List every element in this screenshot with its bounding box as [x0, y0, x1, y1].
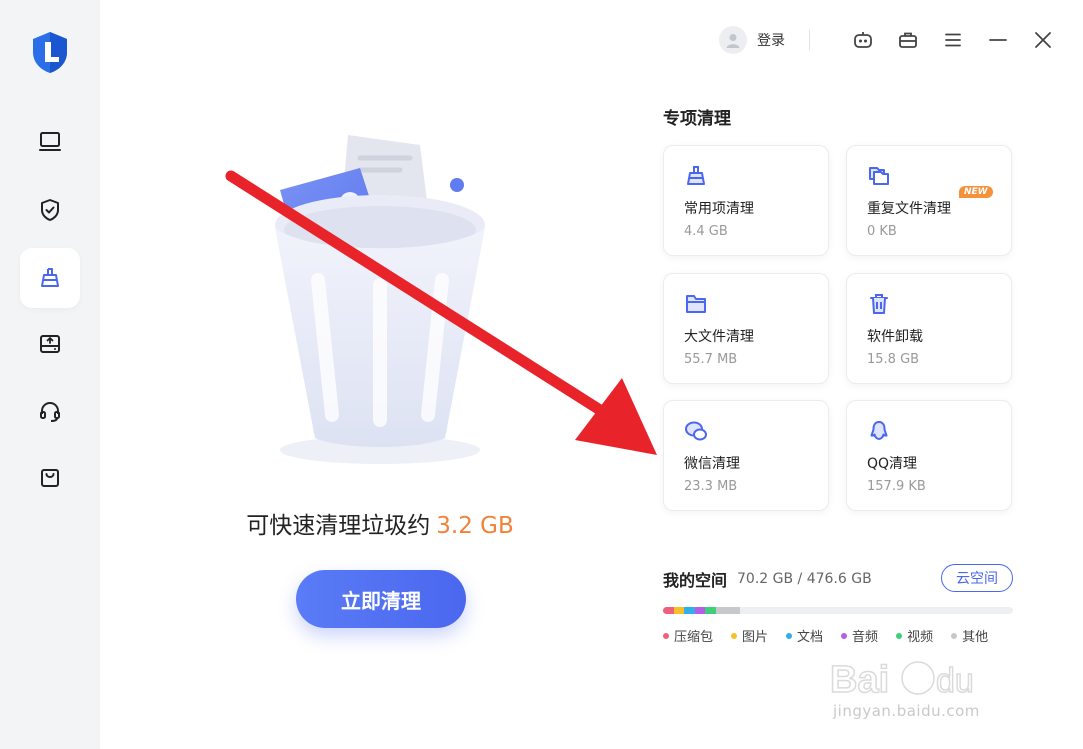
card-title: 常用项清理	[684, 201, 754, 217]
card-large-files[interactable]: 大文件清理 55.7 MB	[663, 273, 829, 384]
legend-item: 文档	[786, 626, 823, 645]
app-window: 登录 可快速清理垃圾约 3.2 GB 立即清理 专项清理 常用项清理 4.4 G…	[0, 0, 1083, 749]
watermark-url: jingyan.baidu.com	[833, 702, 980, 720]
sidebar-item-support[interactable]	[20, 382, 80, 442]
card-title: 软件卸载	[867, 329, 923, 345]
sidebar-item-security[interactable]	[20, 180, 80, 240]
toolbox-icon[interactable]	[896, 28, 920, 52]
titlebar-divider	[809, 30, 810, 50]
user-icon	[726, 34, 740, 48]
card-size: 15.8 GB	[867, 352, 920, 367]
storage-segment	[715, 607, 740, 614]
duplicate-files-icon	[869, 167, 889, 185]
card-title: 微信清理	[684, 456, 740, 472]
legend-dot	[663, 632, 669, 639]
broom-icon	[687, 166, 705, 185]
sidebar-item-monitor[interactable]	[20, 112, 80, 172]
login-button[interactable]: 登录	[719, 26, 785, 54]
disk-upload-icon	[40, 335, 60, 353]
clean-now-button[interactable]: 立即清理	[296, 570, 466, 628]
svg-text:du: du	[936, 662, 974, 700]
card-size: 157.9 KB	[867, 479, 926, 494]
storage-legend: 压缩包 图片 文档 音频 视频 其他	[663, 626, 1006, 645]
legend-label: 图片	[742, 630, 769, 645]
legend-label: 音频	[852, 630, 879, 645]
trash-icon	[870, 294, 888, 314]
login-label: 登录	[757, 33, 785, 49]
qq-icon	[870, 421, 888, 440]
close-icon[interactable]	[1031, 28, 1055, 52]
card-common-cleanup[interactable]: 常用项清理 4.4 GB	[663, 145, 829, 256]
card-title: 重复文件清理	[867, 201, 951, 217]
storage-segment	[663, 607, 674, 614]
cloud-space-button[interactable]: 云空间	[941, 564, 1013, 592]
avatar	[719, 26, 747, 54]
legend-dot	[731, 632, 738, 639]
legend-dot	[786, 632, 793, 639]
storage-value: 70.2 GB / 476.6 GB	[737, 571, 872, 587]
card-size: 4.4 GB	[684, 224, 728, 239]
sidebar-item-store[interactable]	[20, 448, 80, 508]
sidebar-item-cleanup[interactable]	[20, 248, 80, 308]
legend-label: 其他	[962, 630, 989, 645]
svg-text:Bai: Bai	[830, 659, 889, 701]
summary-amount: 3.2 GB	[436, 513, 514, 539]
shield-icon	[41, 199, 59, 221]
shopping-bag-icon	[41, 469, 59, 487]
legend-item: 视频	[896, 626, 933, 645]
headset-icon	[40, 401, 60, 422]
card-size: 0 KB	[867, 224, 897, 239]
app-logo	[30, 30, 70, 74]
minimize-icon[interactable]	[986, 28, 1010, 52]
robot-icon[interactable]	[851, 28, 875, 52]
storage-title: 我的空间	[663, 571, 728, 590]
storage-usage-bar	[663, 607, 1013, 614]
card-title: QQ清理	[867, 456, 918, 472]
storage-segment	[684, 607, 695, 614]
legend-label: 文档	[797, 630, 824, 645]
storage-segment	[705, 607, 716, 614]
new-badge: NEW	[959, 186, 993, 198]
folder-icon	[686, 295, 706, 313]
card-duplicate-files[interactable]: NEW 重复文件清理 0 KB	[846, 145, 1012, 256]
legend-dot	[896, 632, 903, 639]
card-qq[interactable]: QQ清理 157.9 KB	[846, 400, 1012, 511]
card-uninstall[interactable]: 软件卸载 15.8 GB	[846, 273, 1012, 384]
legend-label: 压缩包	[674, 630, 714, 645]
cleanable-summary: 可快速清理垃圾约 3.2 GB	[150, 506, 610, 540]
menu-icon[interactable]	[941, 28, 965, 52]
card-size: 55.7 MB	[684, 352, 738, 367]
legend-item: 其他	[951, 626, 988, 645]
monitor-icon	[39, 132, 61, 151]
baidu-watermark: Bai du	[830, 658, 975, 702]
sidebar-item-disk[interactable]	[20, 314, 80, 374]
broom-icon	[41, 268, 59, 287]
legend-label: 视频	[907, 630, 934, 645]
card-title: 大文件清理	[684, 329, 754, 345]
storage-segment	[694, 607, 705, 614]
legend-item: 压缩包	[663, 626, 713, 645]
legend-dot	[951, 632, 958, 639]
card-wechat[interactable]: 微信清理 23.3 MB	[663, 400, 829, 511]
title-bar: 登录	[719, 22, 1055, 58]
summary-text: 可快速清理垃圾约	[246, 513, 431, 539]
storage-segment	[673, 607, 684, 614]
special-cleanup-title: 专项清理	[663, 109, 731, 129]
legend-dot	[841, 632, 848, 639]
card-size: 23.3 MB	[684, 479, 738, 494]
legend-item: 图片	[731, 626, 768, 645]
trash-can-illustration	[230, 120, 530, 480]
storage-header: 我的空间 70.2 GB / 476.6 GB 云空间	[663, 564, 1013, 594]
legend-item: 音频	[841, 626, 878, 645]
wechat-icon	[685, 421, 707, 441]
sidebar	[0, 0, 100, 749]
